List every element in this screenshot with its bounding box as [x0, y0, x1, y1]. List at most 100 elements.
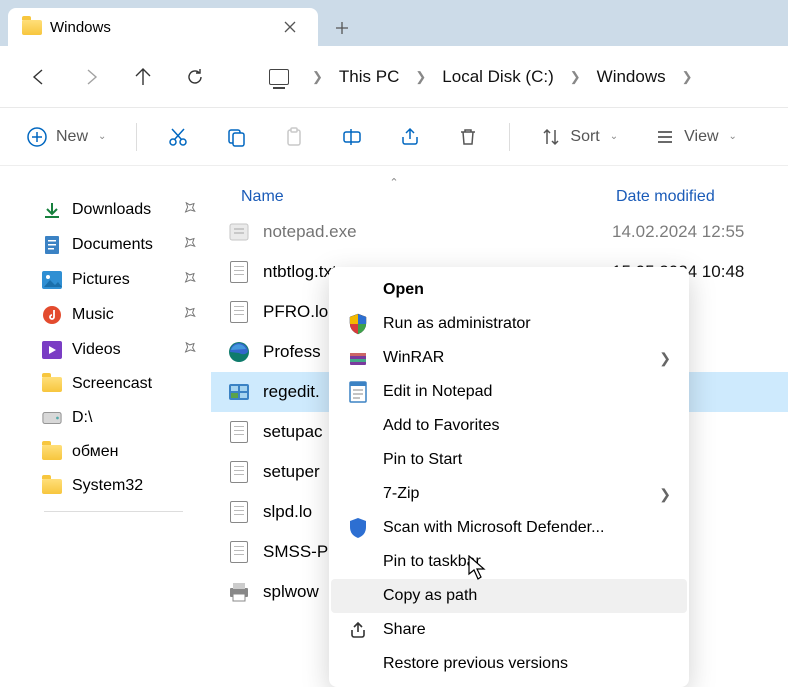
breadcrumb-windows[interactable]: Windows: [595, 67, 668, 87]
file-icon: [227, 260, 251, 284]
sidebar-item[interactable]: Music: [6, 297, 205, 332]
sidebar-item-label: System32: [72, 477, 143, 495]
file-icon: [227, 340, 251, 364]
file-icon: [227, 580, 251, 604]
separator: [136, 123, 137, 151]
file-icon: [227, 380, 251, 404]
pc-icon[interactable]: [260, 58, 298, 96]
view-button[interactable]: View ⌄: [654, 126, 737, 148]
pin-icon: [176, 268, 199, 291]
view-icon: [654, 126, 676, 148]
context-menu-item[interactable]: Share: [331, 613, 687, 647]
shield-uac-icon: [347, 313, 369, 335]
pin-icon: [176, 338, 199, 361]
refresh-button[interactable]: [176, 58, 214, 96]
new-tab-button[interactable]: [324, 10, 360, 46]
sidebar-item-label: обмен: [72, 443, 118, 461]
sidebar-item[interactable]: Videos: [6, 332, 205, 367]
sort-icon: [540, 126, 562, 148]
context-menu-item[interactable]: Pin to Start: [331, 443, 687, 477]
download-icon: [42, 201, 62, 219]
column-headers: Name Date modified: [211, 184, 788, 212]
sidebar-item[interactable]: Downloads: [6, 192, 205, 227]
chevron-down-icon: ⌄: [610, 131, 618, 142]
paste-icon: [283, 126, 305, 148]
breadcrumb-local-disk[interactable]: Local Disk (C:): [440, 67, 555, 87]
file-icon: [227, 220, 251, 244]
context-menu-item[interactable]: Edit in Notepad: [331, 375, 687, 409]
pin-icon: [176, 233, 199, 256]
context-menu-label: Run as administrator: [383, 315, 531, 333]
delete-button[interactable]: [457, 126, 479, 148]
sidebar-item[interactable]: Pictures: [6, 262, 205, 297]
sort-button[interactable]: Sort ⌄: [540, 126, 618, 148]
context-menu-label: Pin to taskbar: [383, 553, 481, 571]
sort-label: Sort: [570, 128, 599, 146]
share-icon: [347, 619, 369, 641]
context-menu-item[interactable]: Run as administrator: [331, 307, 687, 341]
separator: [509, 123, 510, 151]
file-icon: [227, 420, 251, 444]
context-menu-label: 7-Zip: [383, 485, 419, 503]
context-menu-item[interactable]: Copy as path: [331, 579, 687, 613]
sidebar-item[interactable]: System32: [6, 469, 205, 503]
sidebar-item[interactable]: обмен: [6, 435, 205, 469]
file-icon: [227, 300, 251, 324]
sidebar-item[interactable]: D:\: [6, 401, 205, 435]
blank-icon: [347, 653, 369, 675]
sidebar-item[interactable]: Documents: [6, 227, 205, 262]
share-icon: [399, 126, 421, 148]
sidebar-item[interactable]: Screencast: [6, 367, 205, 401]
file-row[interactable]: notepad.exe14.02.2024 12:55: [211, 212, 788, 252]
rename-button[interactable]: [341, 126, 363, 148]
chevron-right-icon: ❯: [682, 69, 693, 85]
plus-circle-icon: [26, 126, 48, 148]
folder-icon: [22, 20, 40, 35]
video-icon: [42, 341, 62, 359]
music-icon: [42, 306, 62, 324]
scissors-icon: [167, 126, 189, 148]
context-menu-item[interactable]: Scan with Microsoft Defender...: [331, 511, 687, 545]
blank-icon: [347, 449, 369, 471]
close-icon[interactable]: [276, 13, 304, 41]
file-date: 14.02.2024 12:55: [612, 222, 788, 242]
folder-icon: [42, 375, 62, 393]
paste-button[interactable]: [283, 126, 305, 148]
sidebar-item-label: Downloads: [72, 201, 151, 219]
blank-icon: [347, 415, 369, 437]
pin-icon: [176, 198, 199, 221]
chevron-right-icon: ❯: [570, 69, 581, 85]
chevron-down-icon: ⌄: [98, 131, 106, 142]
context-menu-item[interactable]: Add to Favorites: [331, 409, 687, 443]
toolbar: New ⌄ Sort ⌄ View ⌄: [0, 108, 788, 166]
col-name[interactable]: Name: [241, 188, 616, 206]
back-button[interactable]: [20, 58, 58, 96]
breadcrumb-this-pc[interactable]: This PC: [337, 67, 401, 87]
sidebar-item-label: Music: [72, 306, 114, 324]
forward-button[interactable]: [72, 58, 110, 96]
file-icon: [227, 460, 251, 484]
chevron-right-icon: ❯: [659, 486, 671, 503]
tab-windows[interactable]: Windows: [8, 8, 318, 46]
cut-button[interactable]: [167, 126, 189, 148]
share-button[interactable]: [399, 126, 421, 148]
up-button[interactable]: [124, 58, 162, 96]
context-menu-item[interactable]: 7-Zip ❯: [331, 477, 687, 511]
sidebar-item-label: Documents: [72, 236, 153, 254]
sidebar: Downloads Documents Pictures Music Videos Scr…: [0, 184, 211, 626]
context-menu-label: Copy as path: [383, 587, 477, 605]
context-menu-item[interactable]: Open: [331, 273, 687, 307]
rename-icon: [341, 126, 363, 148]
sidebar-item-label: D:\: [72, 409, 92, 427]
context-menu-item[interactable]: WinRAR❯: [331, 341, 687, 375]
col-date[interactable]: Date modified: [616, 188, 788, 206]
drive-icon: [42, 409, 62, 427]
tab-bar: Windows: [0, 0, 788, 46]
new-button[interactable]: New ⌄: [26, 126, 106, 148]
context-menu-item[interactable]: Restore previous versions: [331, 647, 687, 681]
context-menu: Open Run as administrator WinRAR❯Edit in N…: [329, 267, 689, 687]
copy-button[interactable]: [225, 126, 247, 148]
sidebar-item-label: Screencast: [72, 375, 152, 393]
context-menu-item[interactable]: Pin to taskbar: [331, 545, 687, 579]
blank-icon: [347, 585, 369, 607]
